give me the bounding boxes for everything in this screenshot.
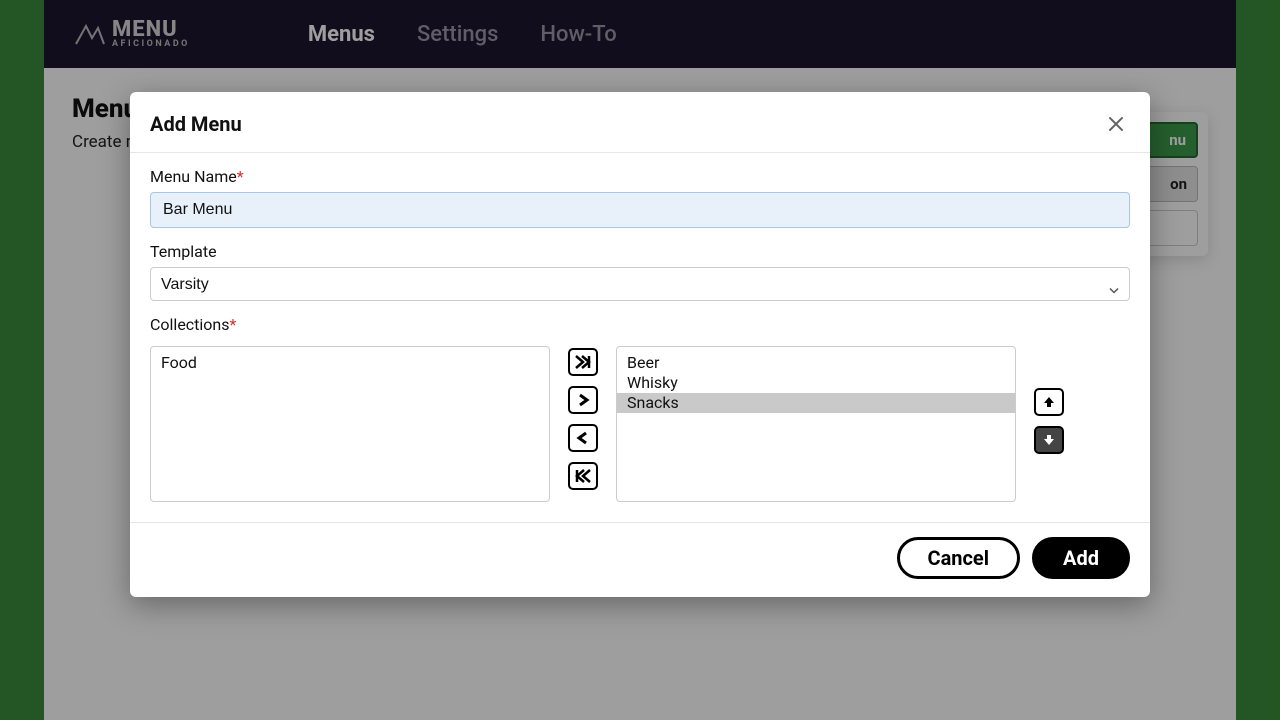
menu-name-label-text: Menu Name <box>150 167 237 186</box>
required-asterisk: * <box>230 315 237 334</box>
modal-footer: Cancel Add <box>130 522 1150 597</box>
modal-header: Add Menu <box>130 92 1150 153</box>
menu-name-input[interactable] <box>150 192 1130 228</box>
add-button[interactable]: Add <box>1032 537 1130 579</box>
menu-name-group: Menu Name* <box>150 167 1130 242</box>
move-all-right-button[interactable] <box>568 348 598 376</box>
move-up-button[interactable] <box>1034 388 1064 416</box>
template-label: Template <box>150 242 217 261</box>
transfer-buttons <box>568 346 598 490</box>
move-down-button[interactable] <box>1034 426 1064 454</box>
modal-body: Menu Name* Template Varsity Collections*… <box>130 153 1150 522</box>
move-all-left-button[interactable] <box>568 462 598 490</box>
reorder-buttons <box>1034 346 1064 454</box>
move-left-button[interactable] <box>568 424 598 452</box>
add-button-label: Add <box>1063 546 1099 570</box>
cancel-button[interactable]: Cancel <box>897 537 1021 579</box>
add-menu-modal: Add Menu Menu Name* Template Varsity Col… <box>130 92 1150 597</box>
list-item[interactable]: Beer <box>617 353 1015 373</box>
list-item[interactable]: Snacks <box>617 393 1015 413</box>
modal-title: Add Menu <box>150 112 242 136</box>
menu-name-label: Menu Name* <box>150 167 244 186</box>
template-group: Template Varsity <box>150 242 1130 315</box>
template-select-wrap: Varsity <box>150 267 1130 315</box>
selected-list[interactable]: BeerWhiskySnacks <box>616 346 1016 502</box>
required-asterisk: * <box>237 167 244 186</box>
collections-label: Collections* <box>150 315 236 334</box>
close-icon[interactable] <box>1102 110 1130 138</box>
collections-label-text: Collections <box>150 315 230 334</box>
list-item[interactable]: Whisky <box>617 373 1015 393</box>
available-list[interactable]: Food <box>150 346 550 502</box>
move-right-button[interactable] <box>568 386 598 414</box>
dual-listbox: Food BeerWhiskySnacks <box>150 346 1130 502</box>
collections-group: Collections* Food <box>150 315 1130 502</box>
template-select[interactable]: Varsity <box>150 267 1130 301</box>
list-item[interactable]: Food <box>151 353 549 373</box>
cancel-button-label: Cancel <box>928 546 990 570</box>
